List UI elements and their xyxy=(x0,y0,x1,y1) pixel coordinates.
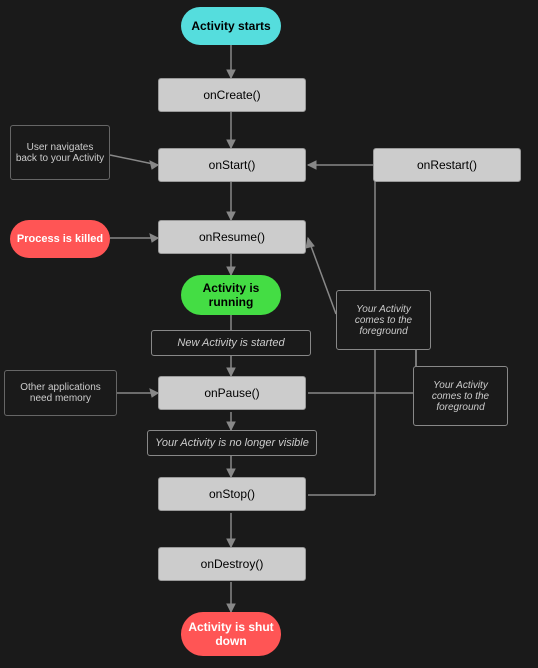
ondestroy-node: onDestroy() xyxy=(158,547,306,581)
activity-shutdown-node: Activity is shut down xyxy=(181,612,281,656)
user-navigates-back-label: User navigates back to your Activity xyxy=(10,125,110,180)
onstart-node: onStart() xyxy=(158,148,306,182)
onrestart-node: onRestart() xyxy=(373,148,521,182)
activity-starts-node: Activity starts xyxy=(181,7,281,45)
activity-running-node: Activity is running xyxy=(181,275,281,315)
oncreate-node: onCreate() xyxy=(158,78,306,112)
new-activity-started-label: New Activity is started xyxy=(151,330,311,356)
onresume-node: onResume() xyxy=(158,220,306,254)
process-killed-label: Process is killed xyxy=(10,220,110,258)
no-longer-visible-label: Your Activity is no longer visible xyxy=(147,430,317,456)
activity-comes-foreground-2: Your Activity comes to the foreground xyxy=(413,366,508,426)
activity-comes-foreground-1: Your Activity comes to the foreground xyxy=(336,290,431,350)
onpause-node: onPause() xyxy=(158,376,306,410)
other-apps-memory-label: Other applications need memory xyxy=(4,370,117,416)
onstop-node: onStop() xyxy=(158,477,306,511)
